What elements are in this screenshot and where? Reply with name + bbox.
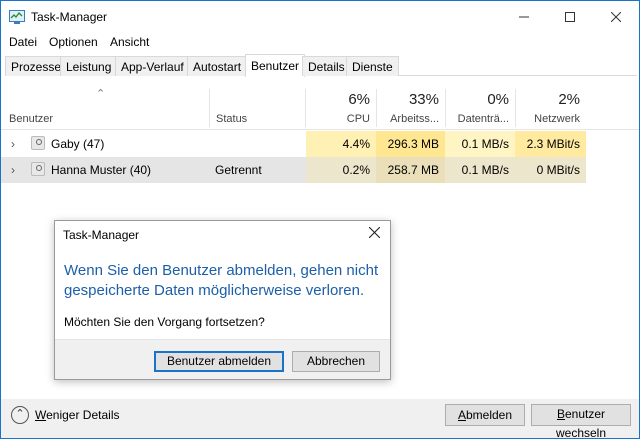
tab-autostart[interactable]: Autostart [187,56,248,76]
maximize-button[interactable] [547,1,593,33]
fewer-details-text: eniger Details [46,408,120,422]
bottom-bar: ⌃ Weniger Details Abmelden Benutzer wech… [1,399,639,440]
user-name: Hanna Muster (40) [51,163,152,177]
confirm-logout-button[interactable]: Benutzer abmelden [154,351,284,372]
minimize-button[interactable] [501,1,547,33]
user-icon [31,136,45,150]
tab-strip: Prozesse Leistung App-Verlauf Autostart … [5,54,637,77]
dialog-close-button[interactable] [364,224,384,244]
dialog-title: Task-Manager [63,228,140,242]
title-bar: Task-Manager [1,1,639,33]
cpu-value: 4.4% [306,131,376,157]
disk-value: 0.1 MB/s [445,157,515,183]
confirm-logout-dialog: Task-Manager Wenn Sie den Benutzer abmel… [54,220,391,380]
task-manager-app-icon [9,10,25,24]
memory-total-percent: 33% [408,91,439,108]
column-disk-label: Datenträ... [457,113,509,125]
tab-app-verlauf[interactable]: App-Verlauf [115,56,190,76]
access-key: A [457,407,466,422]
user-status: Getrennt [215,163,262,177]
menu-bar: Datei Optionen Ansicht [1,33,639,51]
memory-value: 296.3 MB [376,131,445,157]
dialog-button-bar: Benutzer abmelden Abbrechen [55,339,390,379]
maximize-icon [565,12,575,22]
logout-button[interactable]: Abmelden [445,404,525,426]
close-icon [368,226,380,239]
tab-dienste[interactable]: Dienste [346,56,399,76]
disk-value: 0.1 MB/s [445,131,515,157]
user-icon [31,162,45,176]
window-title: Task-Manager [31,10,108,24]
cancel-button[interactable]: Abbrechen [292,351,380,372]
menu-optionen[interactable]: Optionen [49,35,98,49]
access-key: W [35,408,47,422]
memory-value: 258.7 MB [376,157,445,183]
tab-benutzer[interactable]: Benutzer [245,54,306,77]
menu-datei[interactable]: Datei [9,35,37,49]
column-memory[interactable]: 33% Arbeitss... [377,77,445,130]
dialog-main-line: Wenn Sie den Benutzer abmelden, gehen ni… [64,262,379,279]
collapse-up-icon[interactable]: ⌃ [11,406,29,424]
tab-prozesse[interactable]: Prozesse [5,56,68,76]
switch-user-button[interactable]: Benutzer wechseln [531,404,631,440]
chevron-right-icon[interactable]: › [11,163,21,177]
cpu-total-percent: 6% [348,91,370,108]
dialog-main-instruction: Wenn Sie den Benutzer abmelden, gehen ni… [64,261,384,301]
user-name: Gaby (47) [51,137,105,151]
access-key: B [556,407,565,421]
task-manager-window: Task-Manager Datei Optionen Ansicht Proz… [0,0,640,440]
network-total-percent: 2% [558,91,580,108]
minimize-icon [519,16,529,18]
fewer-details-link[interactable]: Weniger Details [35,408,119,422]
network-value: 0 MBit/s [515,157,586,183]
tab-details[interactable]: Details [302,56,351,76]
chevron-right-icon[interactable]: › [11,137,21,151]
column-status[interactable]: Status [210,77,305,130]
column-disk[interactable]: 0% Datenträ... [446,77,515,130]
table-row[interactable]: › Hanna Muster (40) Getrennt 0.2% 258.7 … [1,157,586,183]
menu-ansicht[interactable]: Ansicht [110,35,149,49]
logout-button-text: bmelden [465,407,513,422]
column-network[interactable]: 2% Netzwerk [516,77,586,130]
column-memory-label: Arbeitss... [390,113,439,125]
table-row[interactable]: › Gaby (47) 4.4% 296.3 MB 0.1 MB/s 2.3 M… [1,131,639,157]
disk-total-percent: 0% [487,91,509,108]
tab-leistung[interactable]: Leistung [60,56,118,76]
column-status-label: Status [216,113,248,125]
network-value: 2.3 MBit/s [515,131,586,157]
column-network-label: Netzwerk [534,113,580,125]
dialog-question: Möchten Sie den Vorgang fortsetzen? [64,315,265,329]
column-benutzer[interactable]: Benutzer [1,77,209,130]
close-window-button[interactable] [593,1,639,33]
column-header: ⌃ Benutzer Status 6% CPU 33% Arbeitss...… [1,77,639,130]
column-cpu-label: CPU [346,113,370,125]
close-icon [611,12,621,22]
dialog-main-line: gespeicherte Daten möglicherweise verlor… [64,282,365,299]
cpu-value: 0.2% [306,157,376,183]
column-benutzer-label: Benutzer [9,113,54,125]
column-cpu[interactable]: 6% CPU [306,77,376,130]
